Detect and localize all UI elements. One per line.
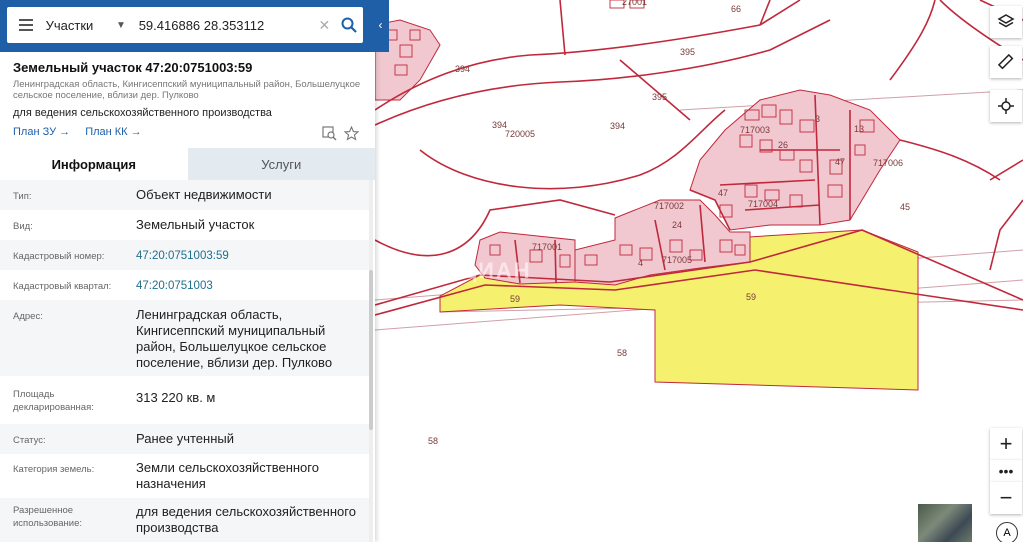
info-label: Кадастровый номер:	[13, 251, 105, 262]
star-icon	[343, 125, 359, 141]
parcel-number-label: 58	[428, 436, 438, 446]
search-icon	[341, 17, 357, 33]
parcel-number-label: 395	[680, 47, 695, 57]
cadastral-number-link[interactable]: 47:20:0751003:59	[136, 248, 366, 264]
favorite-button[interactable]	[342, 124, 360, 142]
search-input[interactable]	[138, 17, 315, 33]
info-panel: Участки ▼ ✕ ‹ Земельный участок 47:20:07…	[0, 0, 389, 542]
info-label: Разрешенное использование:	[13, 505, 83, 529]
info-row-type: Тип: Объект недвижимости	[0, 180, 370, 210]
parcel-number-label: 3	[815, 114, 820, 124]
parcel-number-label: 58	[617, 348, 627, 358]
panel-tabs: Информация Услуги	[0, 148, 375, 180]
parcel-purpose: для ведения сельскохозяйственного произв…	[13, 107, 272, 119]
parcel-number-label: 717002	[654, 201, 684, 211]
parcel-number-label: 27001	[622, 0, 647, 7]
zoom-out-button[interactable]: −	[990, 482, 1022, 514]
plan-links: План ЗУ → План КК →	[13, 126, 154, 138]
ruler-icon	[998, 54, 1014, 70]
settlement-area-east[interactable]	[689, 89, 901, 231]
info-value: Ранее учтенный	[136, 431, 234, 446]
parcel-number-label: 26	[778, 140, 788, 150]
menu-icon[interactable]	[7, 7, 46, 43]
watermark-logo: ЦИАН	[460, 258, 532, 283]
parcel-number-label: 717006	[873, 158, 903, 168]
app-root: 394 395 395 394 720005 394 717003 717006 45 71700…	[0, 0, 1023, 542]
parcel-number-label: 394	[610, 121, 625, 131]
info-row-cadastral-block: Кадастровый квартал: 47:20:0751003	[0, 270, 370, 300]
parcel-number-label: 717003	[740, 125, 770, 135]
parcel-number-label: 395	[652, 92, 667, 102]
plan-zu-link[interactable]: План ЗУ →	[13, 126, 70, 138]
parcel-number-label: 13	[854, 124, 864, 134]
info-value: для ведения сельскохозяйственного произв…	[136, 504, 356, 535]
layers-icon	[997, 14, 1015, 28]
search-button[interactable]	[334, 7, 363, 43]
chevron-down-icon[interactable]: ▼	[113, 20, 128, 31]
info-label: Адрес:	[13, 311, 43, 322]
crosshair-icon	[998, 98, 1014, 114]
collapse-panel-button[interactable]: ‹	[372, 10, 389, 40]
parcel-number-label: 66	[731, 4, 741, 14]
tab-services[interactable]: Услуги	[187, 148, 375, 180]
info-value: Земельный участок	[136, 217, 255, 232]
clear-icon[interactable]: ✕	[315, 17, 334, 34]
search-bar: Участки ▼ ✕ ‹	[0, 0, 389, 52]
parcel-number-label: 47	[835, 157, 845, 167]
parcel-number-label: 59	[510, 294, 520, 304]
parcel-number-label: 717004	[748, 199, 778, 209]
tab-info[interactable]: Информация	[0, 148, 188, 180]
info-label: Статус:	[13, 435, 46, 446]
parcel-address-summary: Ленинградская область, Кингисеппский мун…	[13, 79, 361, 101]
parcel-title: Земельный участок 47:20:0751003:59	[13, 60, 253, 75]
search-type-select[interactable]: Участки	[46, 18, 114, 33]
satellite-layer-thumbnail[interactable]	[918, 504, 972, 542]
info-table: Тип: Объект недвижимости Вид: Земельный …	[0, 180, 375, 542]
info-row-cadastral-number: Кадастровый номер: 47:20:0751003:59	[0, 240, 370, 270]
info-row-kind: Вид: Земельный участок	[0, 210, 370, 240]
map-search-button[interactable]	[320, 124, 338, 142]
parcel-number-label: 717005	[662, 255, 692, 265]
info-label: Вид:	[13, 221, 33, 232]
info-row-permitted-use: Разрешенное использование: для ведения с…	[0, 498, 370, 542]
info-row-area: Площадь декларированная: 313 220 кв. м	[0, 376, 370, 424]
parcel-number-label: 45	[900, 202, 910, 212]
info-label: Площадь декларированная:	[13, 389, 94, 413]
info-row-address: Адрес: Ленинградская область, Кингисеппс…	[0, 300, 370, 376]
parcel-number-label: 394	[455, 64, 470, 74]
info-row-land-category: Категория земель: Земли сельскохозяйстве…	[0, 454, 370, 498]
info-value: 313 220 кв. м	[136, 390, 216, 405]
ruler-button[interactable]	[990, 46, 1022, 78]
layers-button[interactable]	[990, 6, 1022, 38]
info-label: Тип:	[13, 191, 32, 202]
info-row-status: Статус: Ранее учтенный	[0, 424, 370, 454]
parcel-number-label: 47	[718, 188, 728, 198]
cadastral-block-link[interactable]: 47:20:0751003	[136, 278, 366, 294]
locate-button[interactable]	[990, 90, 1022, 122]
parcel-number-label: 717001	[532, 242, 562, 252]
map-search-icon	[321, 125, 336, 140]
parcel-number-label: 24	[672, 220, 682, 230]
info-label: Категория земель:	[13, 464, 95, 475]
parcel-number-label: 4	[638, 258, 643, 268]
scrollbar-thumb[interactable]	[369, 270, 373, 430]
plan-kk-link[interactable]: План КК →	[85, 126, 141, 138]
parcel-number-label: 720005	[505, 129, 535, 139]
info-value: Объект недвижимости	[136, 187, 272, 202]
info-value: Земли сельскохозяйственного назначения	[136, 460, 319, 491]
parcel-number-label: 59	[746, 292, 756, 302]
zoom-in-button[interactable]: +	[990, 428, 1022, 460]
compass-icon[interactable]: A	[996, 522, 1018, 542]
info-label: Кадастровый квартал:	[13, 281, 112, 292]
info-value: Ленинградская область, Кингисеппский мун…	[136, 307, 333, 370]
zoom-more-button[interactable]: •••	[990, 460, 1022, 482]
search-box: Участки ▼ ✕	[7, 7, 363, 43]
